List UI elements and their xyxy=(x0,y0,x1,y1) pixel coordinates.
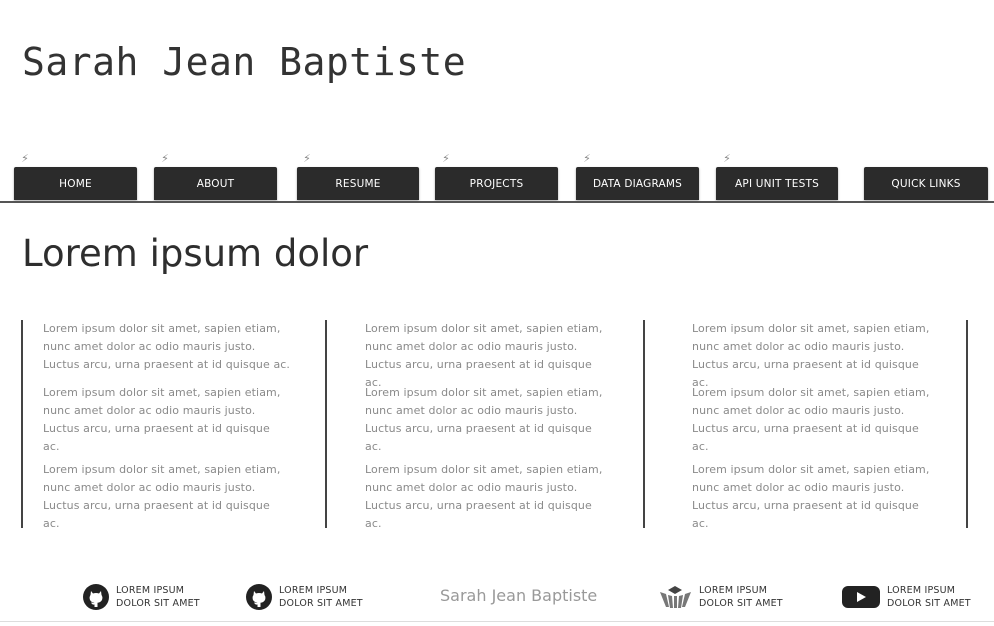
footer-link-line: LOREM IPSUM xyxy=(279,585,348,596)
nav-label: RESUME xyxy=(335,177,381,190)
github-icon xyxy=(245,583,273,611)
footer-link-line: LOREM IPSUM xyxy=(699,585,768,596)
github-icon xyxy=(82,583,110,611)
footer-link-youtube[interactable]: LOREM IPSUM DOLOR SIT AMET xyxy=(841,583,971,611)
site-title: Sarah Jean Baptiste xyxy=(22,40,467,84)
nav-label: API UNIT TESTS xyxy=(735,177,819,190)
footer-link-line: DOLOR SIT AMET xyxy=(279,598,363,609)
nav-label: ABOUT xyxy=(196,177,235,190)
column-divider xyxy=(643,320,645,528)
column-1-paragraph: Lorem ipsum dolor sit amet, sapien etiam… xyxy=(43,386,281,453)
nav-home[interactable]: HOME xyxy=(14,167,137,200)
nav-data-diagrams[interactable]: DATA DIAGRAMS xyxy=(576,167,699,200)
column-3-paragraph: Lorem ipsum dolor sit amet, sapien etiam… xyxy=(692,463,930,530)
column-1-paragraph: Lorem ipsum dolor sit amet, sapien etiam… xyxy=(43,322,291,371)
column-2-paragraph: Lorem ipsum dolor sit amet, sapien etiam… xyxy=(365,463,603,530)
youtube-icon xyxy=(841,583,881,611)
column-3-paragraph: Lorem ipsum dolor sit amet, sapien etiam… xyxy=(692,322,930,389)
footer-link-line: LOREM IPSUM xyxy=(116,585,185,596)
nav-label: QUICK LINKS xyxy=(891,177,961,190)
footer-name: Sarah Jean Baptiste xyxy=(440,586,598,605)
page-heading: Lorem ipsum dolor xyxy=(22,232,369,275)
footer-link-github[interactable]: LOREM IPSUM DOLOR SIT AMET xyxy=(245,583,363,611)
nav-projects[interactable]: PROJECTS xyxy=(435,167,558,200)
lightning-bolt-icon: ⚡ xyxy=(21,152,29,165)
column-divider xyxy=(966,320,968,528)
column-3-paragraph: Lorem ipsum dolor sit amet, sapien etiam… xyxy=(692,386,930,453)
nav-api-unit-tests[interactable]: API UNIT TESTS xyxy=(716,167,838,200)
nav-label: DATA DIAGRAMS xyxy=(592,177,683,190)
column-2-paragraph: Lorem ipsum dolor sit amet, sapien etiam… xyxy=(365,386,603,453)
nav-quick-links[interactable]: QUICK LINKS xyxy=(864,167,988,200)
footer-link-line: DOLOR SIT AMET xyxy=(887,598,971,609)
footer-link-line: DOLOR SIT AMET xyxy=(116,598,200,609)
lightning-bolt-icon: ⚡ xyxy=(161,152,169,165)
stack-overflow-icon xyxy=(657,583,693,611)
lightning-bolt-icon: ⚡ xyxy=(723,152,731,165)
column-divider xyxy=(325,320,327,528)
nav-label: PROJECTS xyxy=(469,177,524,190)
footer-divider xyxy=(0,621,994,622)
footer-link-line: DOLOR SIT AMET xyxy=(699,598,783,609)
lightning-bolt-icon: ⚡ xyxy=(303,152,311,165)
footer-link-line: LOREM IPSUM xyxy=(887,585,956,596)
nav-about[interactable]: ABOUT xyxy=(154,167,277,200)
footer-link-github[interactable]: LOREM IPSUM DOLOR SIT AMET xyxy=(82,583,200,611)
footer-link-stack-overflow[interactable]: LOREM IPSUM DOLOR SIT AMET xyxy=(657,583,783,611)
nav-label: HOME xyxy=(59,177,92,190)
lightning-bolt-icon: ⚡ xyxy=(583,152,591,165)
column-divider xyxy=(21,320,23,528)
lightning-bolt-icon: ⚡ xyxy=(442,152,450,165)
nav-divider xyxy=(0,201,994,203)
column-2-paragraph: Lorem ipsum dolor sit amet, sapien etiam… xyxy=(365,322,603,389)
column-1-paragraph: Lorem ipsum dolor sit amet, sapien etiam… xyxy=(43,463,281,530)
nav-resume[interactable]: RESUME xyxy=(297,167,419,200)
